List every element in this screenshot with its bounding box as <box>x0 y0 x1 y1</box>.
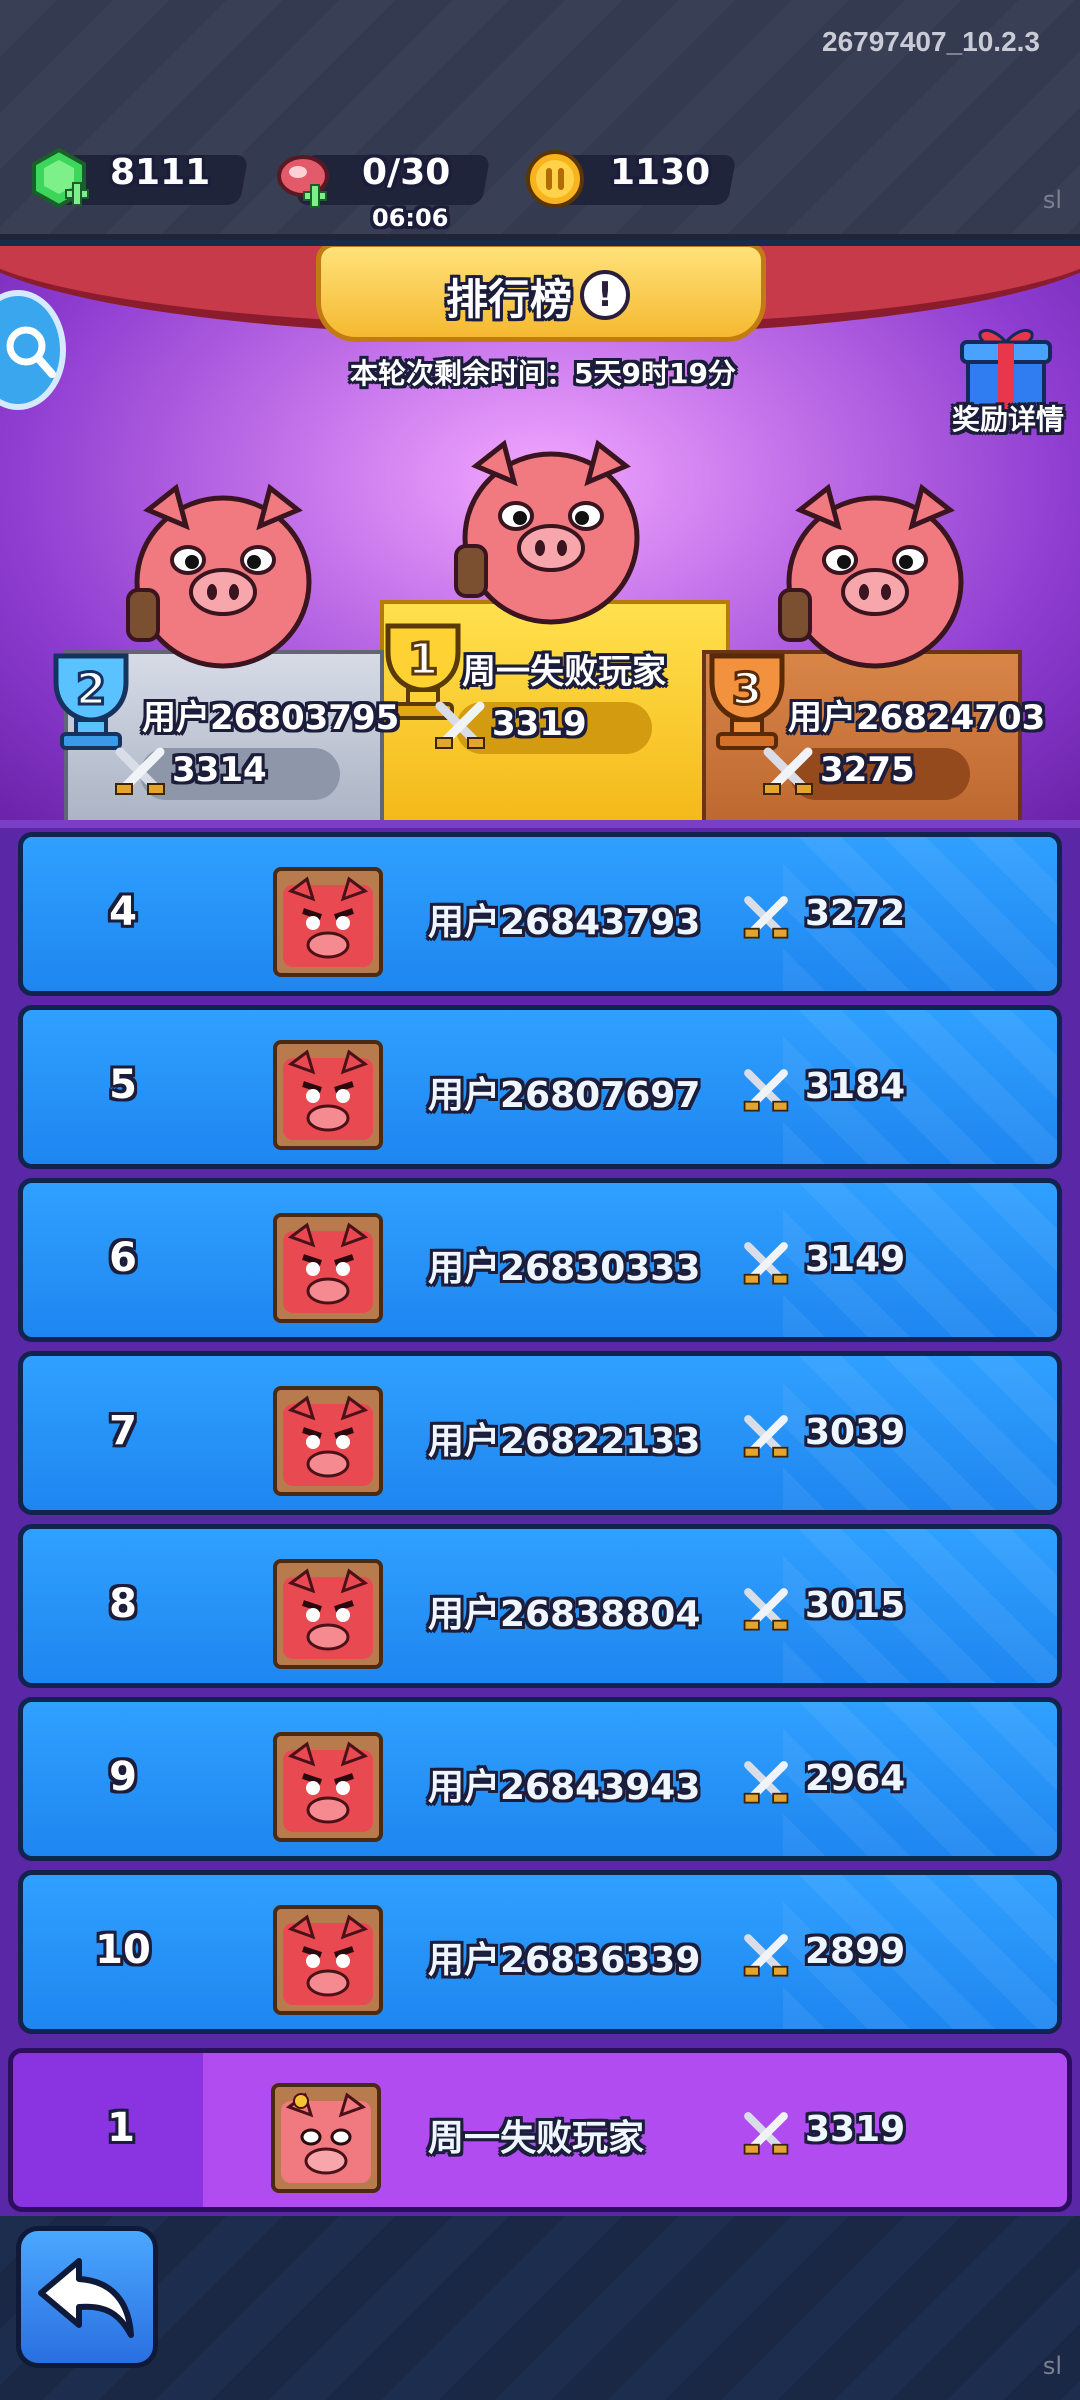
row-rank: 7 <box>109 1408 137 1454</box>
energy-timer: 06:06 <box>372 204 449 232</box>
second-place-pig-character <box>126 483 312 669</box>
second-place-score: 3314 <box>172 750 267 790</box>
row-player-name: 用户26843943 <box>428 1767 701 1808</box>
row-player-name: 用户26843793 <box>428 902 701 943</box>
ranking-row[interactable]: 10 用户26836339 2899 <box>18 1870 1062 2034</box>
pig-avatar-icon <box>281 2092 371 2183</box>
pig-avatar-icon <box>283 876 373 967</box>
row-score: 3015 <box>805 1585 906 1626</box>
crossed-swords-icon <box>743 1242 789 1285</box>
ranking-row[interactable]: 9 用户26843943 2964 <box>18 1697 1062 1861</box>
my-score: 3319 <box>805 2109 906 2150</box>
crossed-swords-icon <box>743 2112 789 2155</box>
row-rank: 9 <box>109 1754 137 1800</box>
crossed-swords-icon <box>743 1934 789 1977</box>
podium-stage: 排行榜 ! 本轮次剩余时间：5天9时19分 奖励详情 2 1 3 用户26803… <box>0 246 1080 826</box>
watermark-bottom: sl <box>1042 2352 1062 2380</box>
avatar <box>273 1213 383 1323</box>
row-player-name: 用户26807697 <box>428 1075 701 1116</box>
crossed-swords-icon <box>743 1588 789 1631</box>
back-arrow-icon <box>38 2258 134 2338</box>
crossed-swords-icon <box>743 1415 789 1458</box>
third-place-score: 3275 <box>820 750 915 790</box>
row-player-name: 用户26830333 <box>428 1248 701 1289</box>
page-title: 排行榜 <box>446 275 573 324</box>
crossed-swords-icon <box>743 896 789 939</box>
coins-count: 1130 <box>610 152 711 193</box>
meat-plus-icon[interactable] <box>270 146 336 212</box>
row-player-name: 用户26838804 <box>428 1594 701 1635</box>
avatar <box>273 867 383 977</box>
search-button[interactable] <box>0 290 66 410</box>
row-rank: 4 <box>109 889 137 935</box>
second-rank-number: 2 <box>76 664 107 715</box>
row-player-name: 用户26822133 <box>428 1421 701 1462</box>
pig-avatar-icon <box>283 1222 373 1313</box>
first-crossed-swords-icon <box>435 701 485 749</box>
gem-plus-icon[interactable] <box>26 146 92 212</box>
row-score: 3272 <box>805 893 906 934</box>
my-rank-row[interactable]: 1 周一失败玩家 3319 <box>8 2048 1072 2212</box>
ranking-row[interactable]: 4 用户26843793 3272 <box>18 832 1062 996</box>
avatar <box>273 1732 383 1842</box>
back-button[interactable] <box>16 2226 158 2368</box>
row-rank: 10 <box>95 1927 151 1973</box>
search-icon <box>6 326 56 378</box>
gems-count: 8111 <box>110 152 211 193</box>
ranking-row[interactable]: 5 用户26807697 3184 <box>18 1005 1062 1169</box>
pig-avatar-icon <box>283 1049 373 1140</box>
first-place-pig-character <box>454 439 640 625</box>
bronze-trophy-icon: 3 <box>709 653 785 750</box>
third-place-name: 用户26824703 <box>788 698 1046 738</box>
row-rank: 6 <box>109 1235 137 1281</box>
avatar <box>273 1386 383 1496</box>
energy-count: 0/30 <box>362 152 451 193</box>
pig-avatar-icon <box>283 1914 373 2005</box>
crossed-swords-icon <box>743 1069 789 1112</box>
second-place-name: 用户26803795 <box>142 698 400 738</box>
second-crossed-swords-icon <box>115 747 165 795</box>
watermark-top: sl <box>1042 186 1062 214</box>
ranking-row[interactable]: 8 用户26838804 3015 <box>18 1524 1062 1688</box>
crossed-swords-icon <box>743 1761 789 1804</box>
pig-avatar-icon <box>283 1741 373 1832</box>
ranking-row[interactable]: 7 用户26822133 3039 <box>18 1351 1062 1515</box>
row-score: 2899 <box>805 1931 906 1972</box>
silver-trophy-icon: 2 <box>53 653 129 750</box>
row-score: 2964 <box>805 1758 906 1799</box>
row-rank: 5 <box>109 1062 137 1108</box>
avatar <box>273 1040 383 1150</box>
round-remaining-time: 本轮次剩余时间：5天9时19分 <box>350 357 736 390</box>
row-score: 3184 <box>805 1066 906 1107</box>
my-player-name: 周一失败玩家 <box>428 2118 645 2159</box>
third-place-pig-character <box>778 483 964 669</box>
pig-avatar-icon <box>283 1395 373 1486</box>
reward-details-button[interactable]: 奖励详情 <box>952 398 1064 438</box>
first-place-score: 3319 <box>492 704 587 744</box>
third-rank-number: 3 <box>732 664 763 715</box>
pig-avatar-icon <box>283 1568 373 1659</box>
coin-icon <box>526 150 584 208</box>
ranking-row[interactable]: 6 用户26830333 3149 <box>18 1178 1062 1342</box>
row-rank: 8 <box>109 1581 137 1627</box>
third-crossed-swords-icon <box>763 747 813 795</box>
build-version: 26797407_10.2.3 <box>822 26 1040 57</box>
row-player-name: 用户26836339 <box>428 1940 701 1981</box>
first-place-name: 周一失败玩家 <box>462 652 666 692</box>
info-icon[interactable]: ! <box>580 270 630 320</box>
avatar <box>273 1559 383 1669</box>
row-score: 3039 <box>805 1412 906 1453</box>
my-avatar <box>271 2083 381 2193</box>
my-rank: 1 <box>107 2105 135 2151</box>
avatar <box>273 1905 383 2015</box>
row-score: 3149 <box>805 1239 906 1280</box>
top-status-bar: 26797407_10.2.3 sl 8111 0/30 06:06 1130 <box>0 0 1080 240</box>
bottom-bar: sl <box>0 2216 1080 2400</box>
first-rank-number: 1 <box>408 634 439 685</box>
